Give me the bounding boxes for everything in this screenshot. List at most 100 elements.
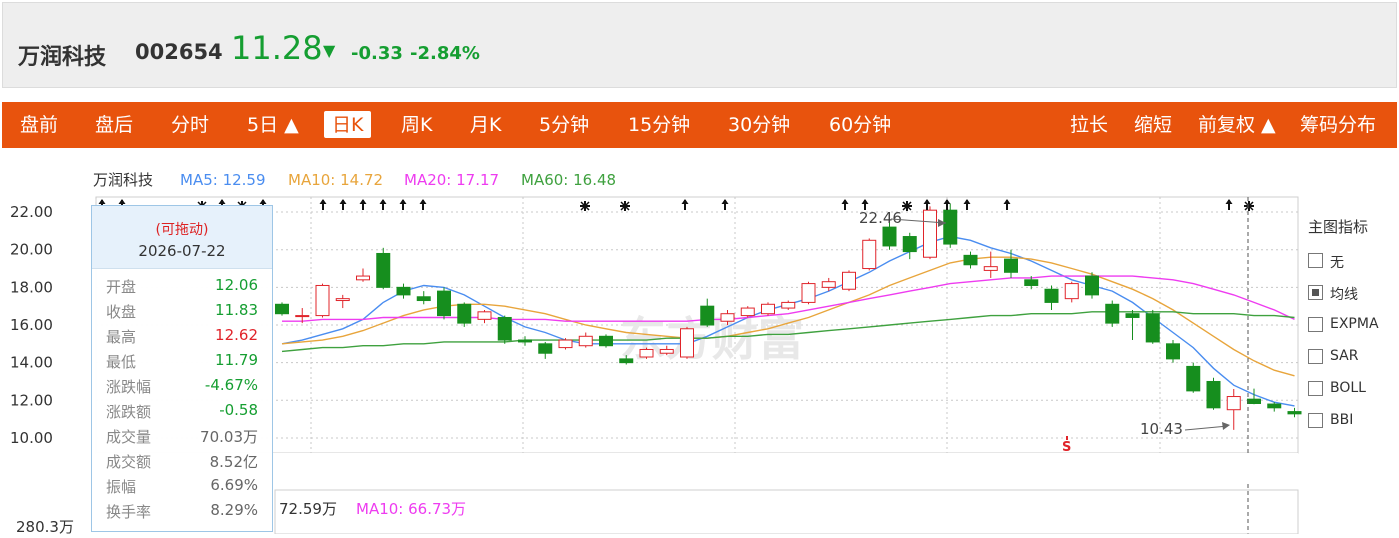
- tab-5day[interactable]: 5日 ▲: [247, 111, 299, 139]
- candle-body[interactable]: [275, 303, 289, 315]
- stock-price: 11.28: [231, 29, 323, 67]
- candle-body[interactable]: [801, 283, 816, 303]
- tooltip-row-value: 8.52亿: [209, 453, 258, 471]
- tab-afterhours[interactable]: 盘后: [95, 111, 133, 139]
- sell-signal-marker[interactable]: S: [1062, 440, 1071, 455]
- event-arrow-head-icon: [861, 199, 869, 204]
- candle-body[interactable]: [1085, 275, 1099, 296]
- candle-body[interactable]: [396, 286, 411, 296]
- legend-ma20: MA20: 17.17: [404, 171, 499, 189]
- tab-15min[interactable]: 15分钟: [628, 111, 690, 139]
- candle-body[interactable]: [558, 339, 573, 349]
- candle-body[interactable]: [335, 298, 350, 302]
- tab-5min[interactable]: 5分钟: [539, 111, 589, 139]
- candle-body[interactable]: [1287, 411, 1302, 415]
- candle-body[interactable]: [943, 209, 958, 245]
- candle-body[interactable]: [1267, 403, 1282, 409]
- candle-body[interactable]: [416, 296, 431, 302]
- indicator-checkbox[interactable]: [1308, 349, 1323, 364]
- tab-30min[interactable]: 30分钟: [728, 111, 790, 139]
- candle-body[interactable]: [497, 316, 512, 341]
- candle-body[interactable]: [437, 290, 451, 317]
- candle-body[interactable]: [1206, 380, 1221, 409]
- indicator-checkbox[interactable]: [1308, 381, 1323, 396]
- candle-body[interactable]: [1064, 283, 1079, 300]
- candle-body[interactable]: [983, 266, 998, 271]
- candle-body[interactable]: [659, 348, 674, 354]
- event-arrow-head-icon: [359, 199, 367, 204]
- event-arrow-head-icon: [399, 199, 407, 204]
- candle-body[interactable]: [740, 307, 755, 317]
- shrink-button[interactable]: 缩短: [1134, 111, 1172, 139]
- candle-body[interactable]: [315, 284, 330, 317]
- stock-name: 万润科技: [18, 45, 107, 70]
- legend-ma60: MA60: 16.48: [521, 171, 616, 189]
- candle-body[interactable]: [842, 271, 856, 290]
- candle-body[interactable]: [356, 275, 370, 281]
- tooltip-row-key: 开盘: [106, 278, 137, 296]
- tooltip-row: 换手率 8.29%: [106, 501, 258, 521]
- candle-body[interactable]: [902, 236, 917, 253]
- candle-body[interactable]: [295, 315, 310, 318]
- candle-body[interactable]: [761, 303, 775, 315]
- tooltip-row: 最高 12.62: [106, 326, 258, 346]
- candle-body[interactable]: [821, 281, 836, 288]
- tab-premarket[interactable]: 盘前: [20, 111, 58, 139]
- candle-body[interactable]: [1145, 313, 1160, 343]
- candle-body[interactable]: [457, 303, 472, 324]
- candle-body[interactable]: [720, 313, 735, 322]
- low-price-arrow-icon: [1222, 422, 1230, 430]
- indicator-label: SAR: [1330, 348, 1359, 364]
- candle-body[interactable]: [1166, 343, 1180, 360]
- candle-body[interactable]: [923, 209, 937, 258]
- candle-body[interactable]: [700, 305, 715, 326]
- y-tick-label: 20.00: [10, 241, 53, 259]
- candle-body[interactable]: [1044, 288, 1059, 303]
- tab-daily-k[interactable]: 日K: [324, 111, 372, 138]
- tooltip-row-value: 12.06: [215, 276, 258, 294]
- stretch-button[interactable]: 拉长: [1070, 111, 1108, 139]
- candle-body[interactable]: [1105, 303, 1120, 324]
- candle-body[interactable]: [1024, 279, 1039, 286]
- price-change: -0.33: [351, 43, 403, 64]
- tab-monthly-k[interactable]: 月K: [470, 111, 501, 139]
- y-tick-label: 16.00: [10, 316, 53, 334]
- candle-body[interactable]: [518, 339, 532, 343]
- tab-intraday[interactable]: 分时: [171, 111, 209, 139]
- candle-body[interactable]: [862, 239, 877, 270]
- candle-body[interactable]: [1186, 365, 1201, 392]
- candle-body[interactable]: [882, 226, 897, 247]
- stock-header: 万润科技 002654 11.28 ▼ -0.33 -2.84%: [2, 2, 1397, 88]
- tooltip-row-key: 最高: [106, 328, 137, 346]
- candle-body[interactable]: [619, 358, 634, 364]
- candle-body[interactable]: [1247, 398, 1261, 404]
- event-arrow-head-icon: [218, 199, 226, 204]
- tooltip-row-key: 最低: [106, 353, 137, 371]
- tooltip-row: 收盘 11.83: [106, 301, 258, 321]
- indicator-checkbox[interactable]: [1308, 413, 1323, 428]
- candle-body[interactable]: [680, 328, 694, 358]
- candle-body[interactable]: [477, 311, 492, 320]
- candle-body[interactable]: [963, 254, 978, 266]
- tab-weekly-k[interactable]: 周K: [401, 111, 432, 139]
- tab-60min[interactable]: 60分钟: [829, 111, 891, 139]
- data-tooltip[interactable]: (可拖动) 2026-07-22 开盘 12.06 收盘 11.83 最高 12.62 最低…: [91, 205, 273, 532]
- tooltip-row-key: 成交量: [106, 428, 152, 446]
- candle-body[interactable]: [1226, 396, 1241, 411]
- indicator-checkbox[interactable]: [1308, 285, 1323, 300]
- indicator-checkbox[interactable]: [1308, 317, 1323, 332]
- chip-distribution-button[interactable]: 筹码分布: [1300, 111, 1376, 139]
- candle-body[interactable]: [578, 335, 593, 347]
- candle-body[interactable]: [376, 252, 391, 288]
- indicator-panel-title: 主图指标: [1308, 218, 1369, 236]
- indicator-checkbox[interactable]: [1308, 253, 1323, 268]
- candle-body[interactable]: [781, 301, 796, 309]
- candle-body[interactable]: [538, 343, 553, 354]
- adjust-dropdown[interactable]: 前复权 ▲: [1198, 111, 1276, 139]
- candle-body[interactable]: [599, 335, 613, 347]
- event-arrow-head-icon: [339, 199, 347, 204]
- tooltip-header[interactable]: (可拖动) 2026-07-22: [92, 206, 272, 269]
- candle-body[interactable]: [1004, 258, 1018, 273]
- candle-body[interactable]: [639, 348, 654, 358]
- candle-body[interactable]: [1125, 313, 1140, 318]
